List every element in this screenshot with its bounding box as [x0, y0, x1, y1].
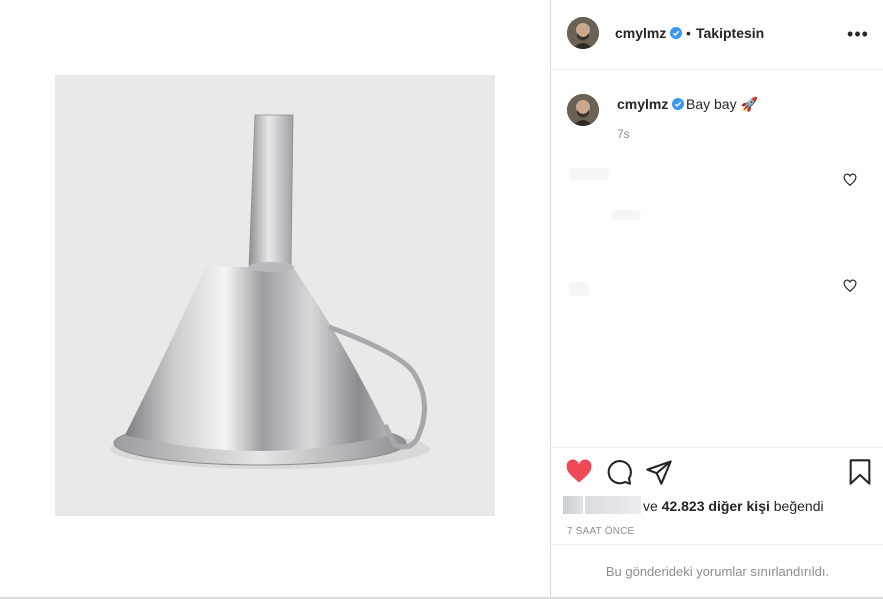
caption-username[interactable]: cmylmz: [617, 96, 685, 112]
caption-timestamp[interactable]: 7s: [617, 127, 630, 141]
header-separator: •: [686, 25, 691, 41]
liked-by-avatars[interactable]: [563, 496, 643, 516]
post-header: cmylmz • Takiptesin •••: [551, 0, 883, 70]
verified-badge-icon: [670, 27, 683, 39]
funnel-illustration: [55, 75, 495, 516]
likes-summary[interactable]: ve 42.823 diğer kişi beğendi: [643, 498, 824, 514]
verified-badge-icon: [672, 98, 685, 110]
comment-icon[interactable]: [605, 458, 633, 486]
comment-like-icon[interactable]: [843, 279, 857, 293]
bookmark-icon[interactable]: [846, 458, 874, 486]
post-actions: ve 42.823 diğer kişi beğendi 7 SAAT ÖNCE: [551, 447, 883, 547]
share-icon[interactable]: [645, 458, 673, 486]
liker-avatar: [563, 496, 583, 514]
author-username[interactable]: cmylmz: [615, 25, 683, 41]
follow-status[interactable]: Takiptesin: [696, 25, 764, 41]
media-pane: [0, 0, 550, 597]
heart-filled-icon[interactable]: [565, 458, 593, 486]
caption-avatar[interactable]: [567, 94, 599, 126]
post-sidebar: cmylmz • Takiptesin ••• cmylmz Bay bay 🚀…: [550, 0, 883, 597]
post-image[interactable]: [55, 75, 495, 516]
post-timestamp[interactable]: 7 SAAT ÖNCE: [567, 526, 634, 537]
author-avatar[interactable]: [567, 17, 599, 49]
caption-text: Bay bay 🚀: [686, 96, 758, 112]
comment-placeholder: [569, 168, 609, 180]
comment-placeholder: [569, 282, 589, 296]
liker-name: [585, 496, 641, 514]
comments-limited-notice: Bu gönderideki yorumlar sınırlandırıldı.: [551, 544, 883, 597]
comment-like-icon[interactable]: [843, 173, 857, 187]
more-options-icon[interactable]: •••: [846, 22, 870, 46]
comment-placeholder: [611, 210, 641, 220]
